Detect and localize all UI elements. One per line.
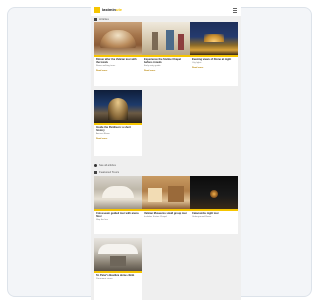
section-heading-tours: Featured Tours — [94, 169, 119, 175]
tour-image — [94, 176, 142, 209]
article-subtitle: Rome walking tours — [96, 65, 116, 67]
article-title: Dinner after the Vatican tour with the l… — [96, 58, 137, 64]
article-card-3[interactable]: Evening views of Rome at night City ligh… — [190, 22, 238, 86]
article-card-1[interactable]: Dinner after the Vatican tour with the l… — [94, 22, 142, 86]
page-preview: lastminute Articles Dinner after the Vat… — [91, 4, 241, 300]
article-link[interactable]: Read more — [96, 138, 140, 141]
article-image — [190, 22, 238, 55]
tour-title: Catacombs night tour — [192, 212, 219, 215]
tour-subtitle: Underground Rome — [192, 216, 212, 218]
tour-title: Vatican Museums small group tour — [144, 212, 187, 215]
article-subtitle: Ancient Rome — [96, 133, 110, 135]
article-image — [94, 22, 142, 55]
section-icon — [94, 17, 97, 21]
article-link[interactable]: Read more — [192, 67, 236, 70]
tour-subtitle: Skip the line — [96, 219, 108, 221]
tour-image — [190, 176, 238, 209]
logo-text: lastmin — [102, 7, 117, 12]
article-link[interactable]: Read more — [96, 70, 140, 73]
article-title: Experience the Sistine Chapel before cro… — [144, 58, 182, 64]
tour-card-2[interactable]: Vatican Museums small group tour Include… — [142, 176, 190, 234]
logo-mark — [94, 7, 100, 13]
article-card-2[interactable]: Experience the Sistine Chapel before cro… — [142, 22, 190, 86]
tour-title: St. Peter's Basilica dome climb — [96, 274, 135, 277]
tour-card-3[interactable]: Catacombs night tour Underground Rome — [190, 176, 238, 234]
tour-card-1[interactable]: Colosseum guided tour with arena floor S… — [94, 176, 142, 234]
tour-card-4[interactable]: St. Peter's Basilica dome climb Panorami… — [94, 238, 142, 300]
see-all-label: See all articles — [99, 163, 116, 167]
top-bar: lastminute — [91, 4, 241, 16]
logo[interactable]: lastminute — [94, 7, 122, 13]
article-image — [142, 22, 190, 55]
tour-subtitle: Includes Sistine Chapel — [144, 216, 167, 218]
logo-accent-text: ute — [116, 7, 123, 12]
article-link[interactable]: Read more — [144, 70, 188, 73]
arrow-icon — [94, 163, 97, 167]
article-title: Evening views of Rome at night — [192, 58, 232, 61]
article-card-4[interactable]: Inside the Pantheon: a short history Anc… — [94, 90, 142, 156]
article-subtitle: Early entry guide — [144, 65, 161, 67]
article-image — [94, 90, 142, 123]
tour-image — [94, 238, 142, 271]
tour-subtitle: Panoramic views — [96, 278, 113, 280]
menu-icon[interactable] — [233, 8, 237, 13]
article-subtitle: City lights — [192, 62, 202, 64]
tour-image — [142, 176, 190, 209]
see-all-link[interactable]: See all articles — [94, 162, 116, 168]
section-title: Featured Tours — [99, 170, 120, 174]
article-title: Inside the Pantheon: a short history — [96, 126, 131, 132]
section-icon — [94, 170, 97, 174]
tour-title: Colosseum guided tour with arena floor — [96, 212, 139, 218]
